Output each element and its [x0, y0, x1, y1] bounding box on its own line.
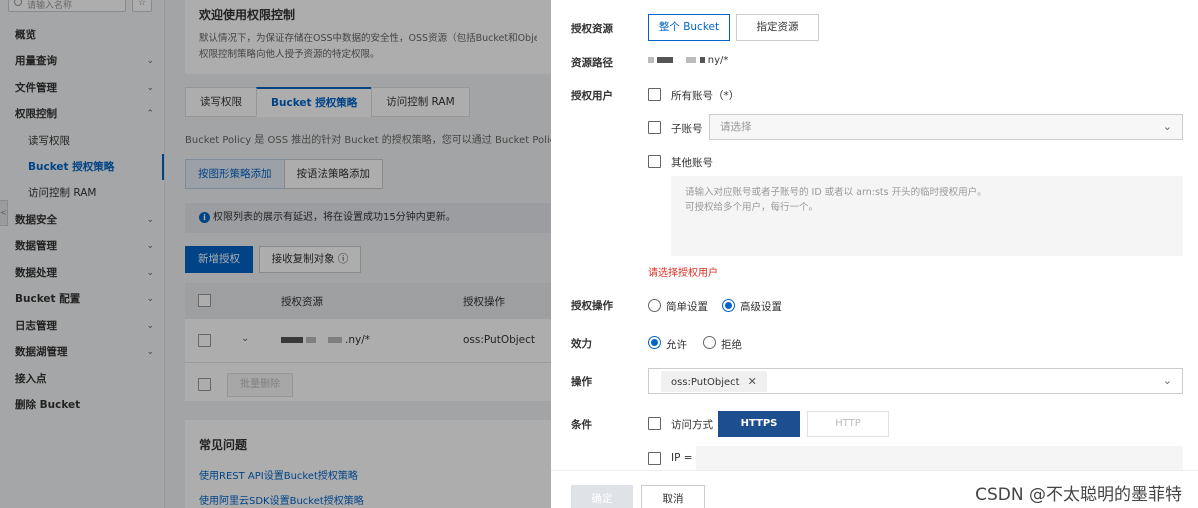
cancel-button[interactable]: 取消: [641, 485, 705, 508]
label-operation: 操作: [571, 376, 592, 388]
label-resource: 授权资源: [571, 23, 613, 35]
label-effect: 效力: [571, 338, 592, 350]
redacted-text: [699, 57, 705, 63]
other-account-textarea[interactable]: 请输入对应账号或者子账号的 ID 或者以 arn:sts 开头的临时授权用户。 …: [671, 176, 1183, 256]
ip-input[interactable]: [696, 446, 1183, 470]
deny-radio[interactable]: [703, 336, 716, 349]
https-button[interactable]: HTTPS: [718, 411, 800, 437]
auth-drawer: 授权资源 整个 Bucket 指定资源 资源路径 ny/* 授权用户 所有账号（…: [551, 0, 1198, 508]
all-accounts-label: 所有账号（*）: [671, 90, 740, 102]
confirm-button[interactable]: 确定: [571, 485, 633, 508]
ip-checkbox[interactable]: [648, 452, 661, 465]
chevron-down-icon: ⌄: [1162, 120, 1172, 133]
http-button[interactable]: HTTP: [807, 411, 889, 437]
user-error-text: 请选择授权用户: [648, 268, 718, 279]
specific-resource-button[interactable]: 指定资源: [736, 14, 819, 41]
advanced-setting-radio[interactable]: [722, 299, 735, 312]
access-method-checkbox[interactable]: [648, 417, 661, 430]
sub-account-checkbox[interactable]: [648, 121, 661, 134]
label-user: 授权用户: [571, 90, 613, 102]
label-path: 资源路径: [571, 57, 613, 69]
other-account-checkbox[interactable]: [648, 155, 661, 168]
operation-tag: oss:PutObject ✕: [661, 371, 767, 392]
modal-backdrop[interactable]: [0, 0, 551, 508]
deny-label: 拒绝: [721, 339, 742, 351]
chevron-down-icon: ⌄: [1162, 374, 1172, 387]
allow-label: 允许: [666, 339, 687, 351]
redacted-text: [686, 57, 697, 63]
redacted-text: [648, 57, 654, 63]
other-account-label: 其他账号: [671, 157, 713, 169]
allow-radio[interactable]: [648, 336, 661, 349]
whole-bucket-button[interactable]: 整个 Bucket: [648, 14, 730, 41]
sub-account-select[interactable]: 请选择 ⌄: [709, 114, 1183, 140]
ip-label: IP =: [671, 452, 693, 464]
simple-setting-radio[interactable]: [648, 299, 661, 312]
advanced-setting-label: 高级设置: [740, 301, 782, 313]
redacted-text: [657, 57, 674, 63]
sub-account-label: 子账号: [671, 123, 703, 135]
close-icon[interactable]: ✕: [748, 375, 757, 388]
watermark: CSDN @不太聪明的墨菲特: [975, 485, 1182, 505]
simple-setting-label: 简单设置: [666, 301, 708, 313]
label-action: 授权操作: [571, 300, 613, 312]
resource-path-value: ny/*: [648, 55, 728, 66]
all-accounts-checkbox[interactable]: [648, 88, 661, 101]
access-method-label: 访问方式: [671, 419, 713, 431]
label-condition: 条件: [571, 419, 592, 431]
